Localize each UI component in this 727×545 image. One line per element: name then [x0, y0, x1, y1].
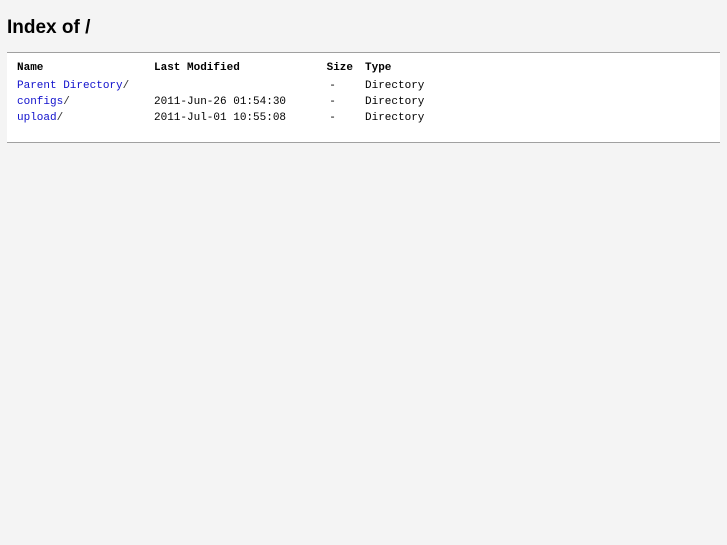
path-suffix: /: [63, 96, 70, 108]
row-modified: 2011-Jul-01 10:55:08: [154, 112, 287, 124]
row-size: -: [329, 80, 336, 92]
row-name-cell: upload/: [17, 112, 154, 128]
row-name-cell: Parent Directory/: [17, 80, 154, 96]
path-suffix: /: [122, 80, 130, 92]
row-type: Directory: [365, 112, 425, 124]
header-name[interactable]: Name: [17, 62, 154, 80]
upload-link[interactable]: upload: [17, 112, 57, 124]
row-modified: [154, 80, 312, 96]
path-suffix: /: [56, 112, 64, 124]
row-name-cell: configs/: [17, 96, 154, 112]
directory-table: Name Last Modified Size Type Parent Dire…: [17, 62, 445, 128]
header-type[interactable]: Type: [365, 62, 445, 80]
header-last-modified[interactable]: Last Modified: [154, 62, 312, 80]
page-title: Index of /: [7, 17, 91, 38]
table-row: upload/ 2011-Jul-01 10:55:08 - Directory: [17, 112, 445, 128]
table-row: Parent Directory/ - Directory: [17, 80, 445, 96]
header-size[interactable]: Size: [312, 62, 365, 80]
table-row: configs/ 2011-Jun-26 01:54:30 - Director…: [17, 96, 445, 112]
row-modified: 2011-Jun-26 01:54:30: [154, 96, 287, 108]
configs-link[interactable]: configs: [17, 96, 63, 108]
directory-listing: Name Last Modified Size Type Parent Dire…: [7, 52, 720, 143]
table-header-row: Name Last Modified Size Type: [17, 62, 445, 80]
row-size: -: [329, 112, 336, 124]
row-type: Directory: [365, 80, 425, 92]
row-size: -: [329, 96, 336, 108]
parent-directory-link[interactable]: Parent Directory: [17, 80, 123, 92]
row-type: Directory: [365, 96, 425, 108]
